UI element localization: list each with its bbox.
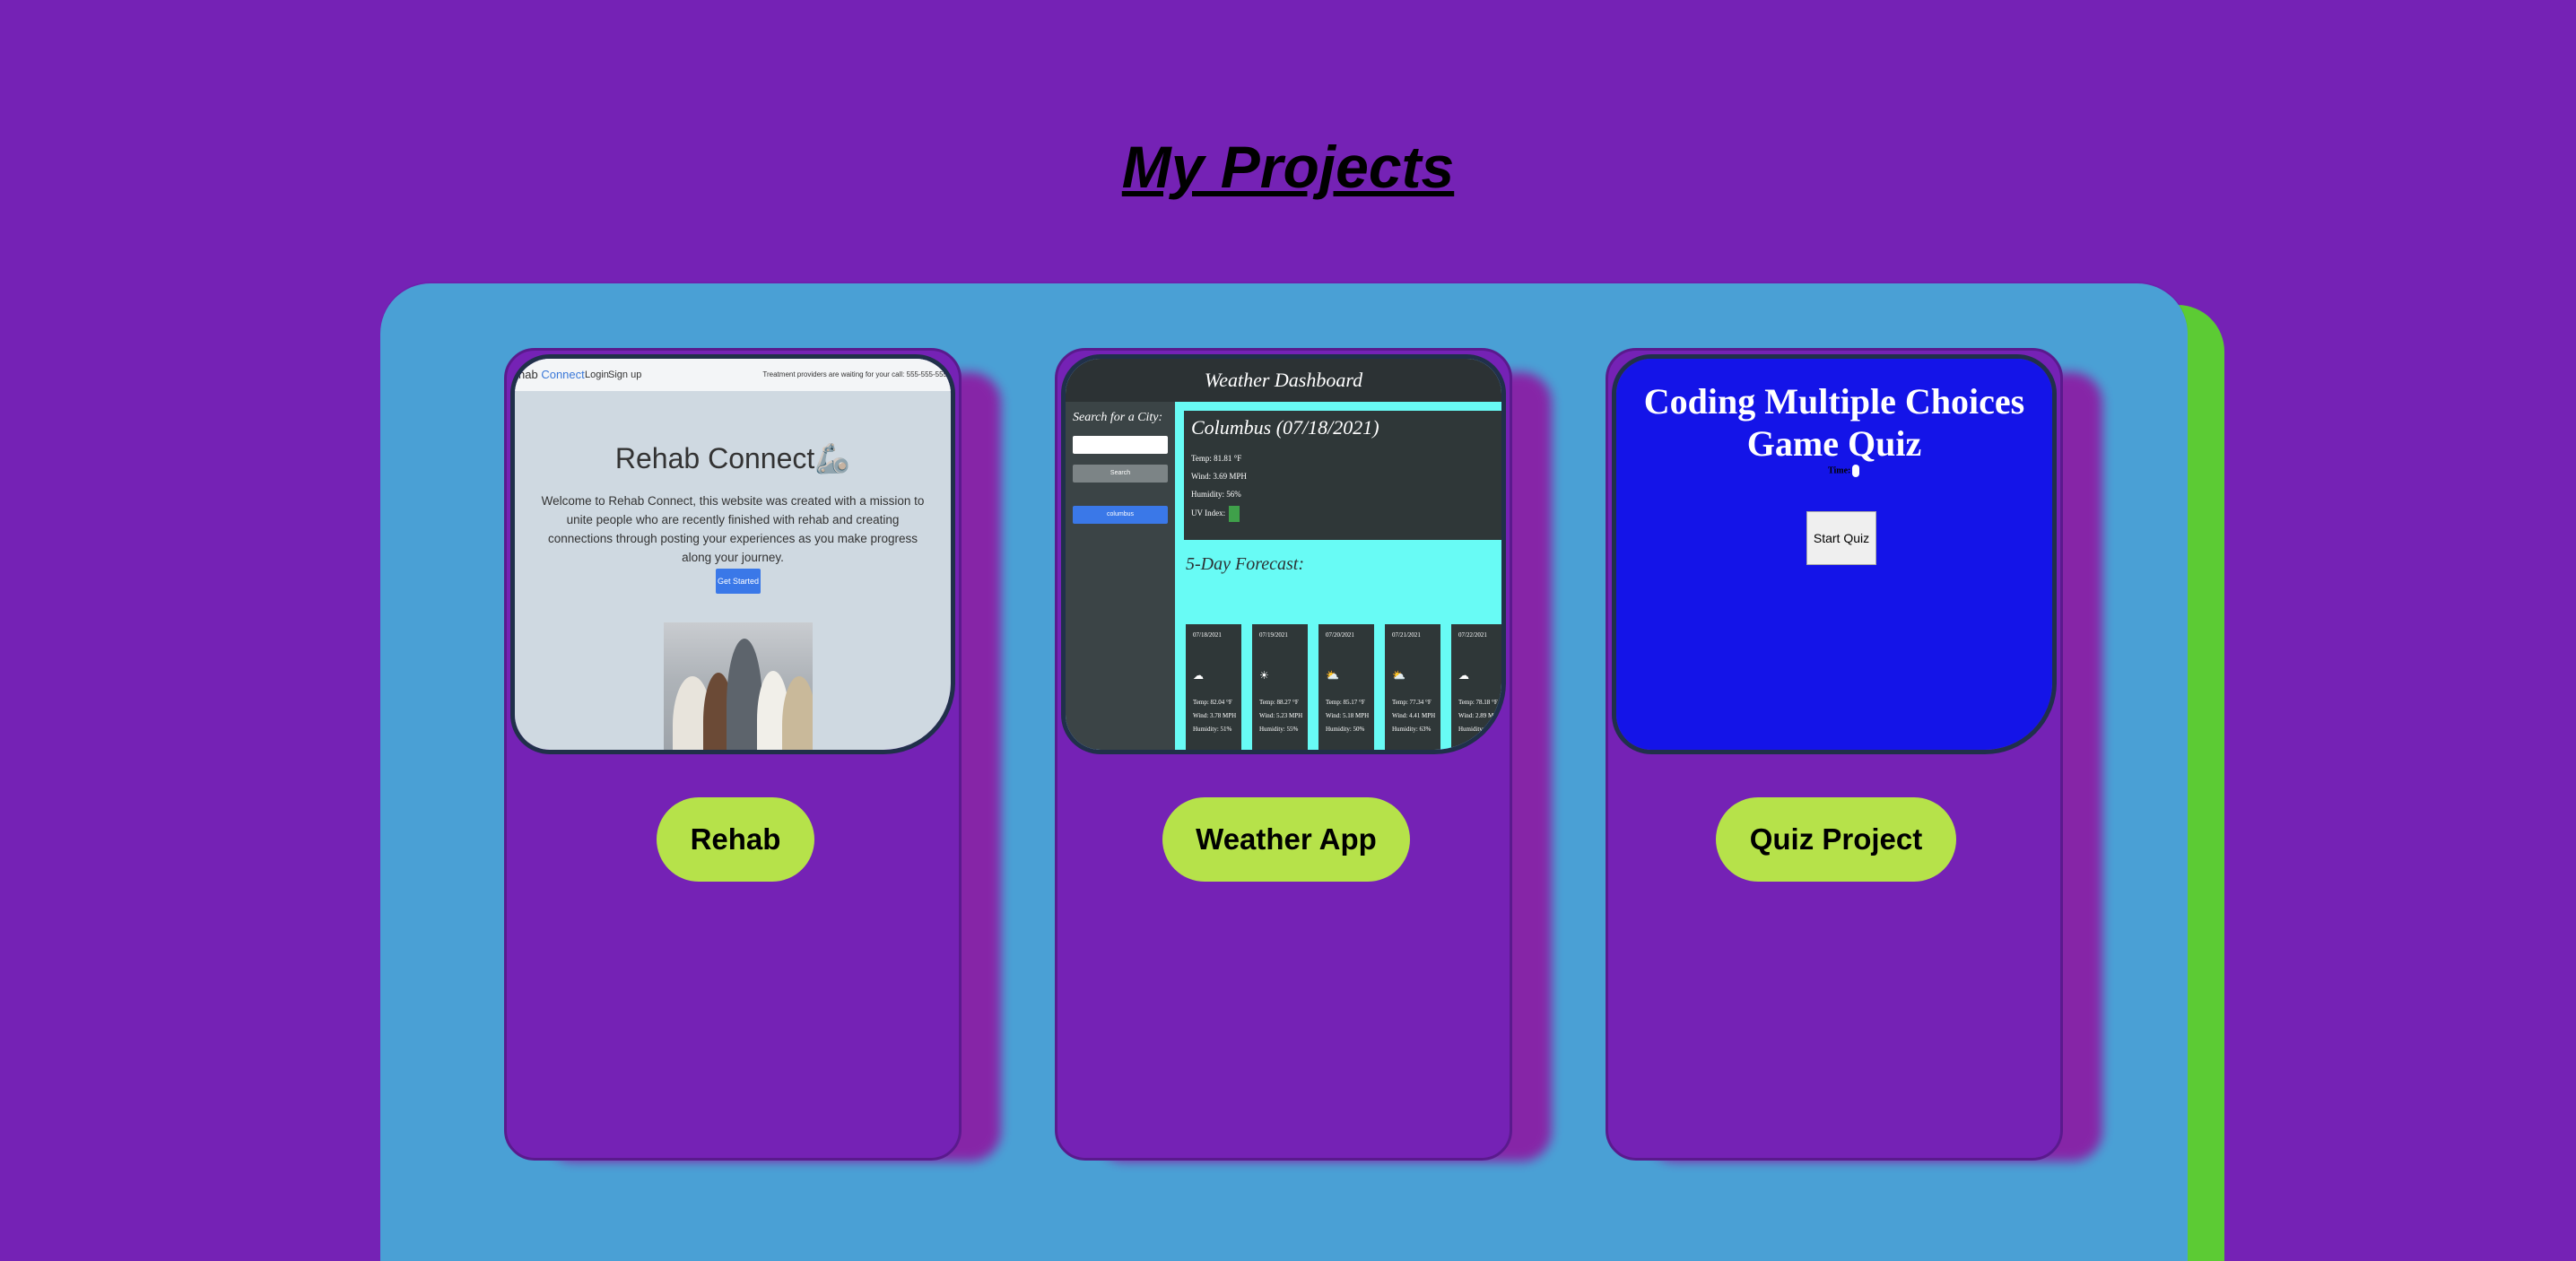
preview-navbar: hab Connect Login Sign up Treatment prov… <box>515 359 951 391</box>
preview-start-quiz-button: Start Quiz <box>1806 511 1876 565</box>
preview-group-photo <box>664 622 813 750</box>
preview-forecast-title: 5-Day Forecast: <box>1186 554 1304 574</box>
weather-icon: ☀ <box>1259 669 1269 682</box>
project-preview-rehab[interactable]: hab Connect Login Sign up Treatment prov… <box>510 354 955 754</box>
timer-value <box>1852 465 1860 477</box>
preview-login-link: Login <box>585 370 609 380</box>
preview-search-input <box>1073 436 1168 454</box>
weather-icon: ⛅ <box>1326 669 1339 682</box>
preview-header: Weather Dashboard <box>1066 359 1501 402</box>
forecast-day: 07/19/2021 ☀ Temp: 88.27 °F Wind: 5.23 MP… <box>1252 624 1308 750</box>
project-preview-weather[interactable]: Weather Dashboard Search for a City: Sea… <box>1061 354 1506 754</box>
forecast-day: 07/18/2021 ☁ Temp: 82.04 °F Wind: 3.78 MP… <box>1186 624 1241 750</box>
rehab-button[interactable]: Rehab <box>657 797 814 882</box>
preview-current-uv: UV Index: <box>1191 506 1240 522</box>
preview-heading: Rehab Connect🦾 <box>614 442 851 474</box>
project-card-rehab: hab Connect Login Sign up Treatment prov… <box>504 348 962 1161</box>
forecast-day: 07/20/2021 ⛅ Temp: 85.17 °F Wind: 5.18 MP… <box>1318 624 1374 750</box>
preview-timer: Time: <box>1828 465 1860 477</box>
preview-signup-link: Sign up <box>608 370 642 380</box>
preview-saved-city-button: columbus <box>1073 506 1168 524</box>
preview-heading: Coding Multiple Choices Game Quiz <box>1643 381 2025 464</box>
project-preview-quiz[interactable]: Coding Multiple Choices Game Quiz Time: … <box>1612 354 2057 754</box>
preview-current-humidity: Humidity: 56% <box>1191 490 1241 499</box>
page-title: My Projects <box>1121 134 1455 200</box>
preview-notice: Treatment providers are waiting for your… <box>762 370 947 378</box>
project-card-weather: Weather Dashboard Search for a City: Sea… <box>1055 348 1512 1161</box>
forecast-day: 07/22/2021 ☁ Temp: 78.18 °F Wind: 2.89 MP… <box>1451 624 1501 750</box>
preview-current-city: Columbus (07/18/2021) <box>1191 416 1379 439</box>
preview-search-label: Search for a City: <box>1073 411 1163 424</box>
weather-icon: ☁ <box>1193 669 1204 682</box>
weather-app-button[interactable]: Weather App <box>1162 797 1410 882</box>
quiz-project-button[interactable]: Quiz Project <box>1716 797 1956 882</box>
preview-search-button: Search <box>1073 465 1168 483</box>
preview-current-wind: Wind: 3.69 MPH <box>1191 472 1247 481</box>
preview-current-weather: Columbus (07/18/2021) Temp: 81.81 °F Win… <box>1184 411 1501 540</box>
forecast-day: 07/21/2021 ⛅ Temp: 77.34 °F Wind: 4.41 MP… <box>1385 624 1440 750</box>
uv-badge <box>1229 506 1240 522</box>
project-card-quiz: Coding Multiple Choices Game Quiz Time: … <box>1606 348 2063 1161</box>
preview-description: Welcome to Rehab Connect, this website w… <box>541 494 925 564</box>
weather-icon: ⛅ <box>1392 669 1405 682</box>
preview-brand: hab Connect <box>518 368 585 381</box>
preview-get-started-button: Get Started <box>716 569 761 594</box>
weather-icon: ☁ <box>1458 669 1469 682</box>
preview-sidebar: Search for a City: Search columbus <box>1066 402 1175 750</box>
preview-current-temp: Temp: 81.81 °F <box>1191 454 1242 463</box>
